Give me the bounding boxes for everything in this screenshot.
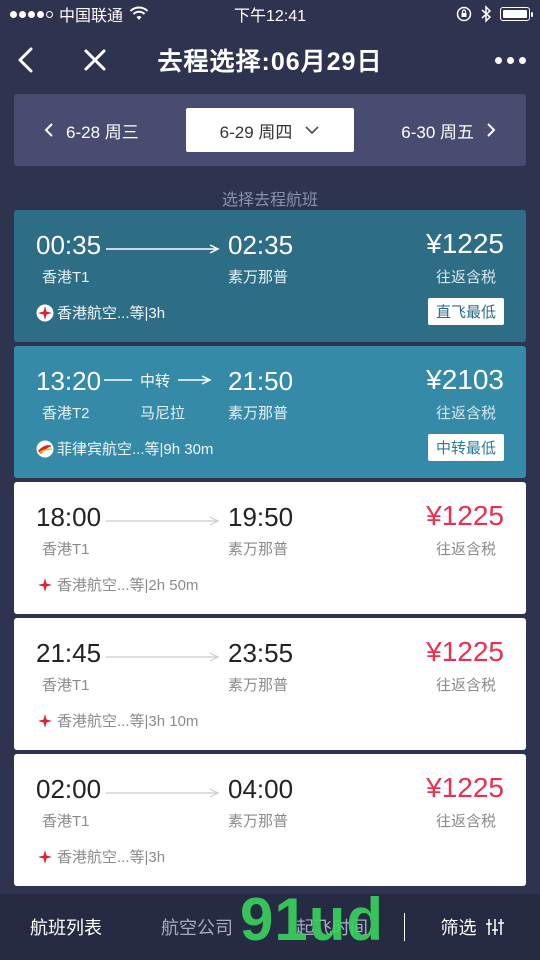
flight-card[interactable]: 13:20 中转 21:50 香港T2 马尼拉 素万那普 ¥2103 往返含税 … bbox=[14, 346, 526, 478]
airline-info: 香港航空...等|3h bbox=[36, 846, 165, 867]
flight-arrow-icon bbox=[106, 788, 220, 798]
airline-info: 菲律宾航空...等|9h 30m bbox=[36, 438, 213, 459]
departure-airport: 香港T2 bbox=[42, 405, 90, 422]
status-right bbox=[456, 5, 533, 23]
price-note: 往返含税 bbox=[435, 677, 496, 694]
more-button[interactable] bbox=[495, 46, 526, 74]
prev-date-button[interactable]: 6-28 周三 bbox=[44, 118, 139, 143]
arrival-time: 21:50 bbox=[228, 366, 294, 396]
arrival-time: 04:00 bbox=[228, 774, 294, 804]
current-date-dropdown[interactable]: 6-29 周四 bbox=[186, 108, 354, 152]
departure-time: 13:20 bbox=[36, 366, 102, 396]
price: ¥1225 bbox=[426, 636, 504, 667]
status-time: 下午12:41 bbox=[233, 8, 307, 25]
price: ¥1225 bbox=[426, 772, 504, 803]
arrival-time: 19:50 bbox=[228, 502, 294, 532]
airline-label: 香港航空...等|3h 10m bbox=[57, 713, 199, 730]
price-note: 往返含税 bbox=[435, 813, 496, 830]
direct-lowest-badge: 直飞最低 bbox=[427, 298, 504, 325]
transfer-city: 马尼拉 bbox=[140, 405, 186, 422]
flight-arrow-icon bbox=[106, 516, 220, 526]
close-button[interactable] bbox=[70, 28, 120, 92]
line-segment-icon bbox=[104, 379, 132, 381]
transfer-label: 中转 bbox=[140, 372, 171, 390]
next-date-button[interactable]: 6-30 周五 bbox=[401, 118, 496, 143]
bottom-tab-bar: 航班列表 航空公司 起飞时间 筛选 bbox=[0, 894, 540, 960]
filter-button[interactable]: 筛选 bbox=[405, 894, 540, 960]
airline-info: 香港航空...等|3h bbox=[36, 302, 165, 323]
tab-flight-list[interactable]: 航班列表 bbox=[0, 894, 132, 960]
departure-airport: 香港T1 bbox=[42, 269, 90, 286]
departure-time: 00:35 bbox=[36, 230, 102, 260]
philippine-airlines-logo-icon bbox=[36, 440, 54, 457]
airline-info: 香港航空...等|2h 50m bbox=[36, 574, 198, 595]
close-icon bbox=[84, 49, 106, 71]
section-label: 选择去程航班 bbox=[221, 192, 318, 209]
departure-airport: 香港T1 bbox=[42, 677, 90, 694]
airline-label: 香港航空...等|3h bbox=[57, 305, 166, 322]
arrow-right-icon bbox=[178, 375, 212, 385]
hong-kong-airlines-logo-icon bbox=[38, 849, 52, 864]
price-note: 往返含税 bbox=[435, 541, 496, 558]
bluetooth-icon bbox=[481, 5, 492, 23]
arrival-time: 02:35 bbox=[228, 230, 294, 260]
arrival-airport: 素万那普 bbox=[228, 405, 289, 422]
flight-arrow-icon bbox=[106, 244, 220, 254]
departure-time: 02:00 bbox=[36, 774, 102, 804]
chevron-right-icon bbox=[487, 123, 496, 137]
price: ¥1225 bbox=[426, 500, 504, 531]
airline-label: 菲律宾航空...等|9h 30m bbox=[57, 441, 214, 458]
tab-departure-time[interactable]: 起飞时间 bbox=[262, 894, 402, 960]
orientation-lock-icon bbox=[456, 6, 472, 22]
arrival-airport: 素万那普 bbox=[228, 541, 289, 558]
chevron-left-icon bbox=[44, 123, 53, 137]
arrival-time: 23:55 bbox=[228, 638, 294, 668]
arrival-airport: 素万那普 bbox=[228, 269, 289, 286]
chevron-down-icon bbox=[305, 126, 320, 135]
arrival-airport: 素万那普 bbox=[228, 813, 289, 830]
battery-icon bbox=[500, 7, 533, 21]
price: ¥2103 bbox=[426, 364, 504, 395]
hong-kong-airlines-logo-icon bbox=[38, 713, 52, 728]
carrier-name: 中国联通 bbox=[59, 8, 124, 25]
status-left: 中国联通 bbox=[10, 2, 149, 26]
wifi-icon bbox=[129, 6, 149, 20]
transfer-indicator: 中转 bbox=[104, 368, 220, 392]
airline-label: 香港航空...等|3h bbox=[57, 849, 166, 866]
nav-bar: 去程选择:06月29日 bbox=[0, 28, 540, 92]
hong-kong-airlines-logo-icon bbox=[36, 304, 54, 321]
price-note: 往返含税 bbox=[435, 405, 496, 422]
price-note: 往返含税 bbox=[435, 269, 496, 286]
transfer-lowest-badge: 中转最低 bbox=[427, 434, 504, 461]
hong-kong-airlines-logo-icon bbox=[38, 577, 52, 592]
departure-airport: 香港T1 bbox=[42, 541, 90, 558]
arrival-airport: 素万那普 bbox=[228, 677, 289, 694]
flight-card[interactable]: 02:00 04:00 香港T1 素万那普 ¥1225 往返含税 香港航空...… bbox=[14, 754, 526, 886]
tab-airline[interactable]: 航空公司 bbox=[132, 894, 262, 960]
next-date-label: 6-30 周五 bbox=[401, 122, 474, 142]
departure-time: 18:00 bbox=[36, 502, 102, 532]
price: ¥1225 bbox=[426, 228, 504, 259]
flight-card[interactable]: 21:45 23:55 香港T1 素万那普 ¥1225 往返含税 香港航空...… bbox=[14, 618, 526, 750]
date-selector: 6-28 周三 6-29 周四 6-30 周五 bbox=[14, 94, 526, 166]
flight-card[interactable]: 18:00 19:50 香港T1 素万那普 ¥1225 往返含税 香港航空...… bbox=[14, 482, 526, 614]
airline-label: 香港航空...等|2h 50m bbox=[57, 577, 199, 594]
departure-airport: 香港T1 bbox=[42, 813, 90, 830]
filter-label: 筛选 bbox=[440, 918, 477, 938]
departure-time: 21:45 bbox=[36, 638, 102, 668]
airline-info: 香港航空...等|3h 10m bbox=[36, 710, 198, 731]
flight-list: 00:35 02:35 香港T1 素万那普 ¥1225 往返含税 香港航空...… bbox=[14, 210, 526, 890]
status-bar: 中国联通 下午12:41 bbox=[0, 0, 540, 28]
back-icon bbox=[18, 47, 33, 73]
flight-card[interactable]: 00:35 02:35 香港T1 素万那普 ¥1225 往返含税 香港航空...… bbox=[14, 210, 526, 342]
back-button[interactable] bbox=[0, 28, 50, 92]
prev-date-label: 6-28 周三 bbox=[66, 122, 139, 142]
filter-sliders-icon bbox=[485, 919, 504, 935]
current-date-label: 6-29 周四 bbox=[219, 122, 293, 142]
signal-icon bbox=[10, 10, 53, 18]
flight-arrow-icon bbox=[106, 652, 220, 662]
